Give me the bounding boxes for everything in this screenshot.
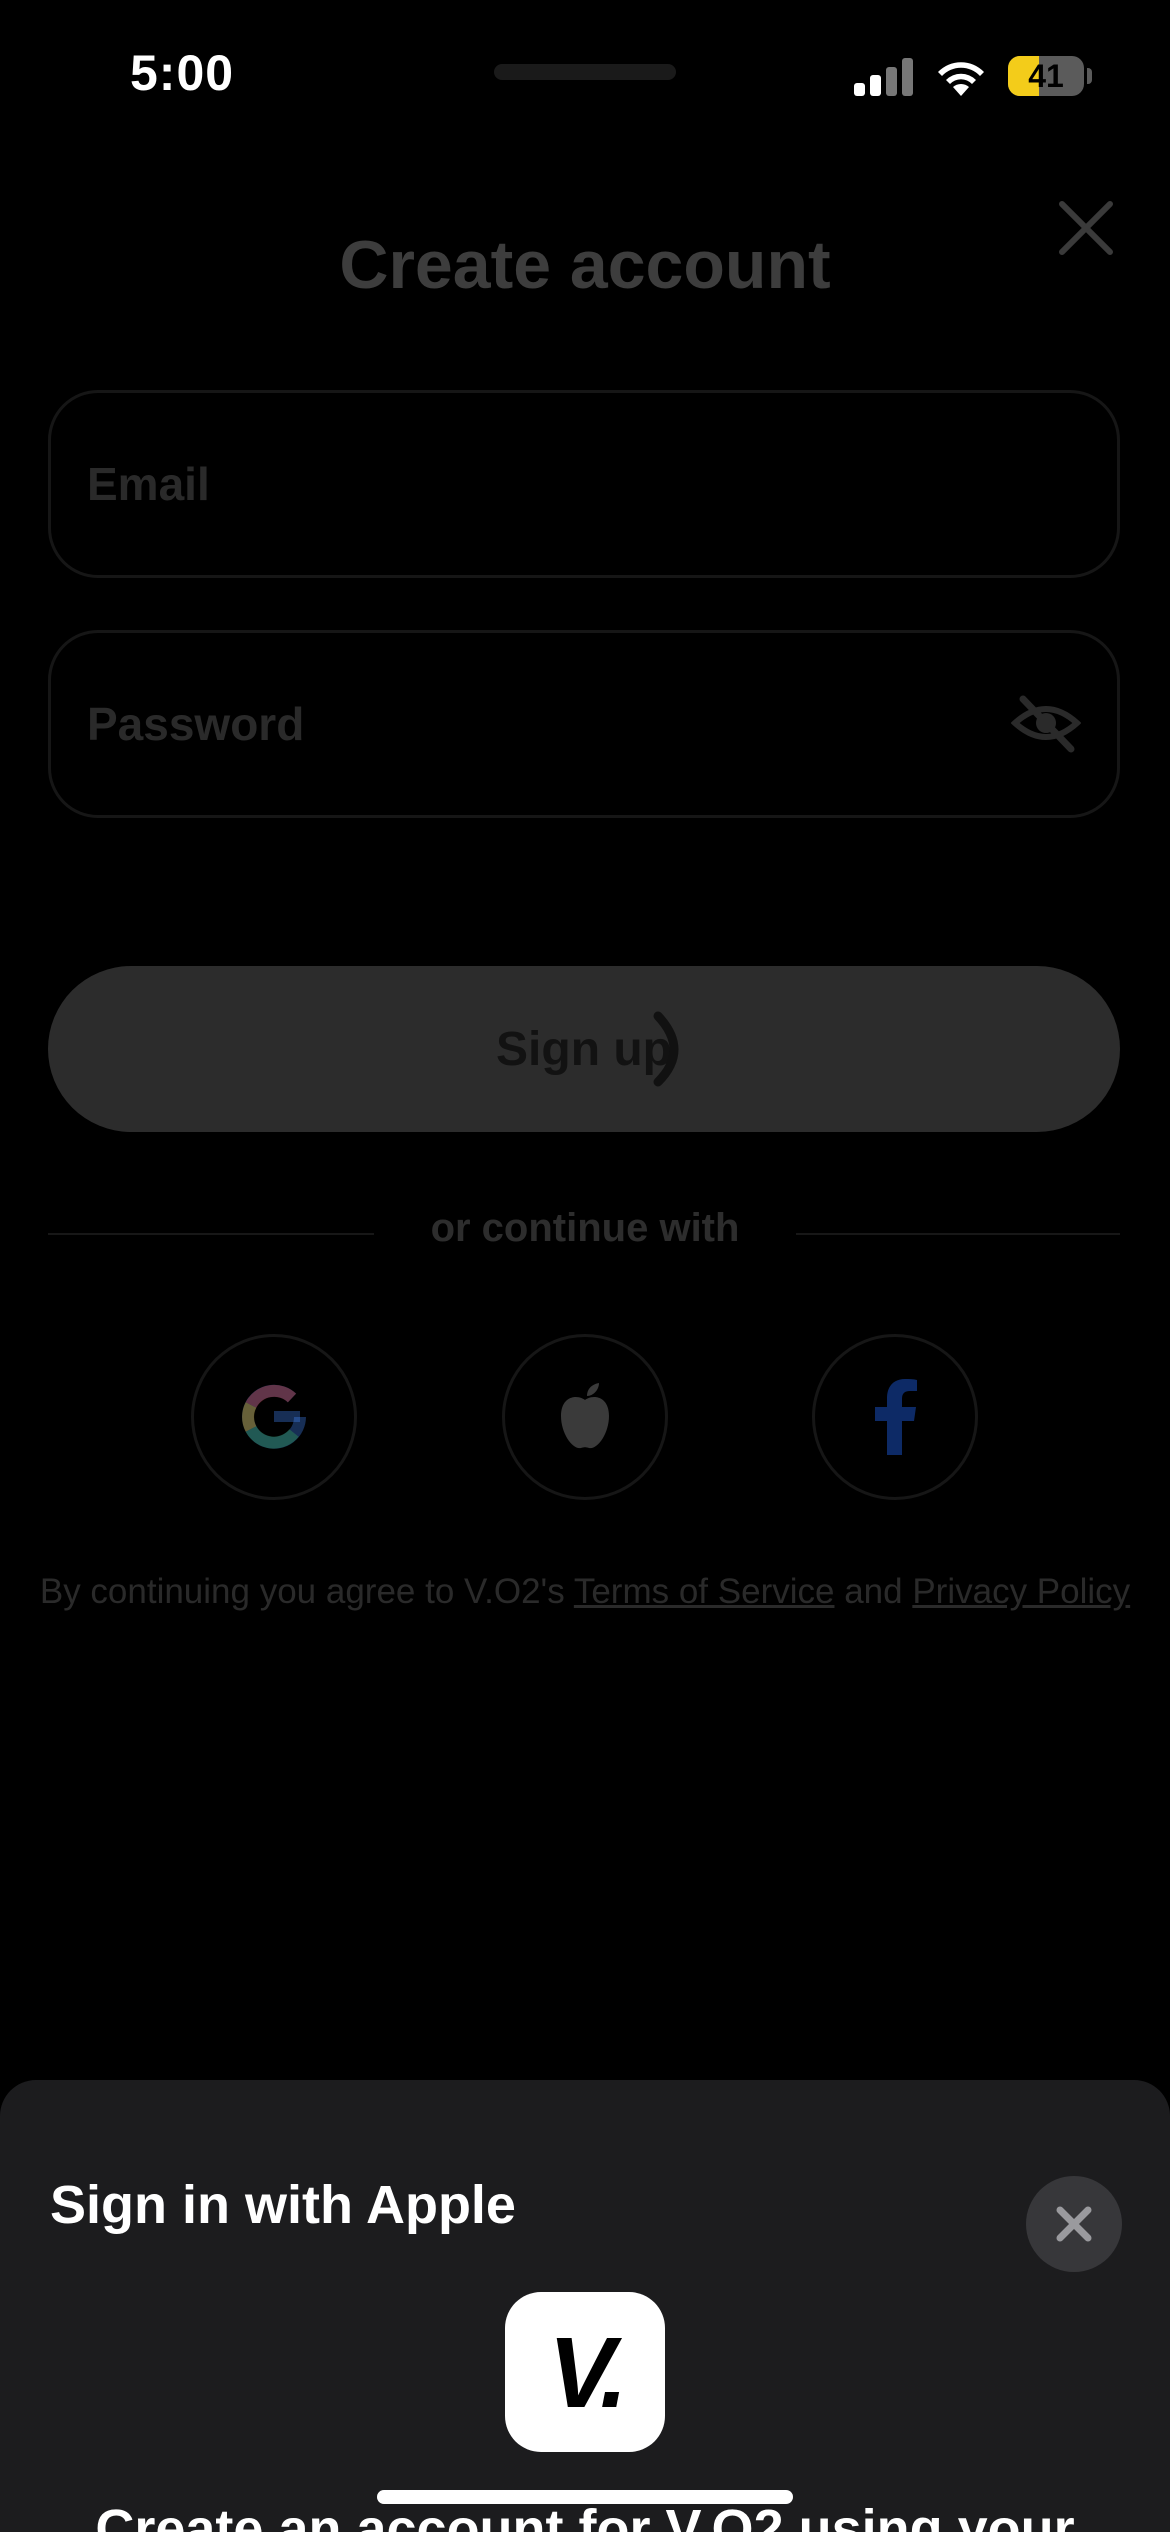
legal-and: and bbox=[834, 1572, 913, 1611]
close-icon bbox=[1056, 2206, 1092, 2242]
apple-sign-in-sheet: Sign in with Apple V. Create an account … bbox=[0, 2080, 1170, 2532]
legal-prefix: By continuing you agree to V.O2's bbox=[39, 1572, 574, 1611]
sheet-title: Sign in with Apple bbox=[50, 2175, 516, 2235]
app-icon: V. bbox=[505, 2292, 665, 2452]
legal-text: By continuing you agree to V.O2's Terms … bbox=[0, 1572, 1170, 1612]
home-indicator bbox=[377, 2490, 793, 2504]
page-title: Create account bbox=[339, 227, 831, 303]
screen: 5:00 41 Create account Email Password Si… bbox=[0, 0, 1170, 2532]
divider-line-right bbox=[796, 1233, 1120, 1235]
email-placeholder: Email bbox=[87, 458, 210, 510]
eye-off-icon[interactable] bbox=[1011, 693, 1081, 753]
google-icon bbox=[242, 1384, 306, 1449]
loading-spinner-icon bbox=[653, 1011, 679, 1087]
apple-sign-in-button[interactable] bbox=[502, 1334, 668, 1500]
facebook-icon bbox=[875, 1379, 917, 1455]
signup-label: Sign up bbox=[496, 1023, 672, 1076]
apple-icon bbox=[561, 1383, 609, 1449]
terms-of-service-link[interactable]: Terms of Service bbox=[574, 1572, 835, 1611]
email-field[interactable]: Email bbox=[48, 390, 1120, 578]
signup-button[interactable]: Sign up bbox=[48, 966, 1120, 1132]
google-sign-in-button[interactable] bbox=[191, 1334, 357, 1500]
divider-text: or continue with bbox=[430, 1206, 740, 1250]
app-icon-letters: V. bbox=[548, 2317, 627, 2429]
sheet-close-button[interactable] bbox=[1026, 2176, 1122, 2272]
privacy-policy-link[interactable]: Privacy Policy bbox=[912, 1572, 1130, 1611]
password-field[interactable]: Password bbox=[48, 630, 1120, 818]
facebook-sign-in-button[interactable] bbox=[812, 1334, 978, 1500]
password-placeholder: Password bbox=[87, 698, 305, 750]
